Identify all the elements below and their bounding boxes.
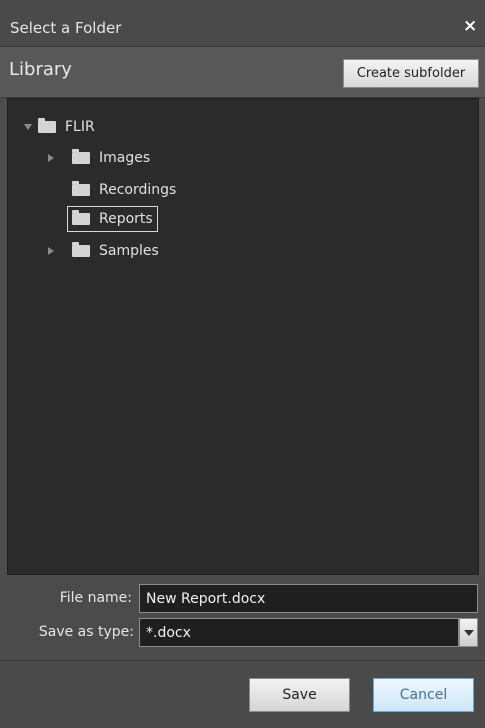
save-as-type-label: Save as type: xyxy=(38,624,134,640)
tree-item-label: Recordings xyxy=(99,182,177,198)
tree-item-samples[interactable]: Samples xyxy=(48,239,159,263)
dialog-title: Select a Folder xyxy=(10,19,122,37)
file-name-value: New Report.docx xyxy=(146,590,266,607)
tree-item-label: Reports xyxy=(99,211,153,227)
save-button[interactable]: Save xyxy=(249,678,350,712)
type-dropdown-button[interactable] xyxy=(459,618,478,647)
save-as-type-select[interactable]: *.docx xyxy=(139,618,459,647)
folder-tree[interactable]: FLIR Images Recordings Reports Samples xyxy=(7,98,479,575)
select-folder-dialog: Select a Folder × Library Create subfold… xyxy=(0,0,485,728)
expand-arrow-icon[interactable] xyxy=(48,154,54,162)
create-subfolder-button[interactable]: Create subfolder xyxy=(343,59,479,88)
tree-item-flir[interactable]: FLIR xyxy=(22,115,95,139)
folder-icon xyxy=(72,210,90,225)
folder-icon xyxy=(72,149,90,164)
dialog-actions: Save Cancel xyxy=(0,660,485,728)
tree-item-label: FLIR xyxy=(65,119,95,135)
chevron-down-icon xyxy=(463,629,474,636)
close-icon[interactable]: × xyxy=(463,17,477,35)
tree-item-label: Samples xyxy=(99,243,159,259)
file-name-label: File name: xyxy=(59,590,132,606)
file-name-field[interactable]: New Report.docx xyxy=(139,584,478,613)
title-bar: Select a Folder × xyxy=(0,0,485,47)
expand-arrow-icon[interactable] xyxy=(48,247,54,255)
tree-item-images[interactable]: Images xyxy=(48,146,150,170)
tree-item-reports[interactable]: Reports xyxy=(67,206,158,232)
tree-item-label: Images xyxy=(99,150,151,166)
file-fields: File name: New Report.docx Save as type:… xyxy=(0,576,485,656)
save-as-type-value: *.docx xyxy=(146,624,191,641)
library-title: Library xyxy=(9,59,72,80)
folder-icon xyxy=(72,181,90,196)
collapse-arrow-icon[interactable] xyxy=(24,124,32,130)
tree-item-recordings[interactable]: Recordings xyxy=(72,178,176,202)
cancel-button[interactable]: Cancel xyxy=(373,678,474,712)
folder-icon xyxy=(38,118,56,133)
folder-icon xyxy=(72,242,90,257)
library-header: Library Create subfolder xyxy=(0,47,485,98)
